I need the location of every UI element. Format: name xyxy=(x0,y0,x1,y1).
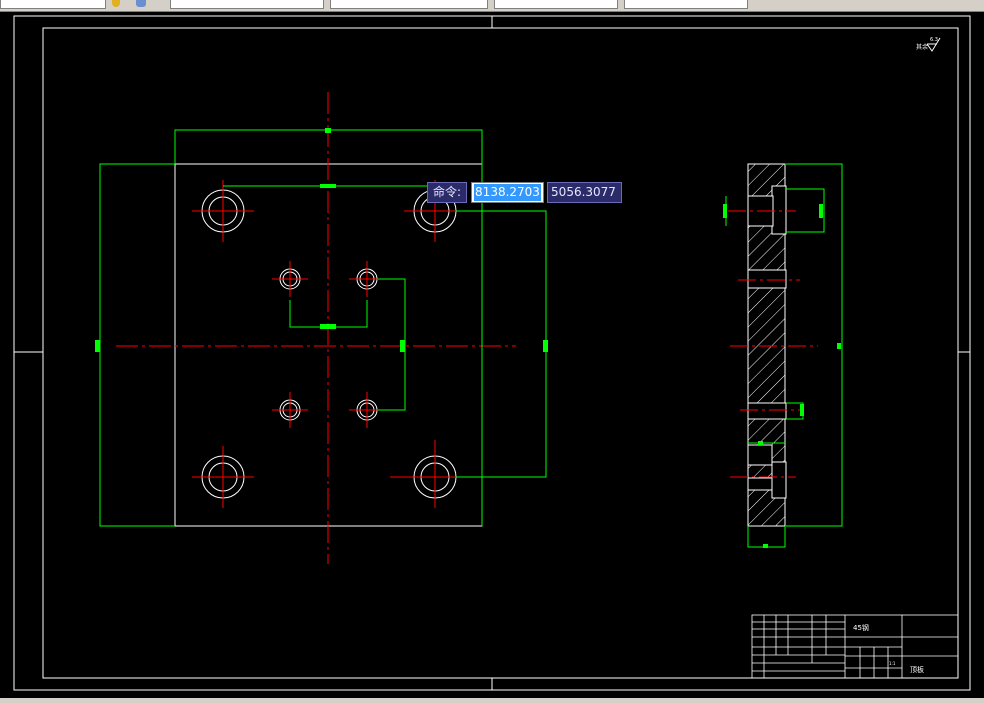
title-part-name: 顶板 xyxy=(910,665,924,674)
dynamic-input[interactable]: 命令: 8138.2703 5056.3077 xyxy=(427,182,623,203)
title-scale: 1:1 xyxy=(889,661,896,666)
x-coordinate-input[interactable]: 8138.2703 xyxy=(471,182,545,203)
toolbar-dropdown-1[interactable] xyxy=(0,0,106,9)
linetype-dropdown[interactable] xyxy=(330,0,488,9)
drawing-canvas[interactable]: 其余 6.3 45钢 顶板 1:1 xyxy=(0,12,984,700)
render-icon[interactable] xyxy=(136,0,146,7)
status-bar xyxy=(0,698,984,703)
lineweight-dropdown[interactable] xyxy=(494,0,618,9)
y-coordinate-input[interactable]: 5056.3077 xyxy=(547,182,623,203)
roughness-value: 6.3 xyxy=(930,37,938,43)
ribbon-toolbar-strip xyxy=(0,0,984,12)
layer-dropdown[interactable] xyxy=(170,0,324,9)
x-coordinate-value: 8138.2703 xyxy=(474,184,541,201)
command-label: 命令: xyxy=(427,182,468,203)
plotstyle-dropdown[interactable] xyxy=(624,0,748,9)
layer-icon[interactable] xyxy=(112,0,120,7)
title-material: 45钢 xyxy=(853,623,869,632)
roughness-note: 其余 xyxy=(916,43,928,51)
